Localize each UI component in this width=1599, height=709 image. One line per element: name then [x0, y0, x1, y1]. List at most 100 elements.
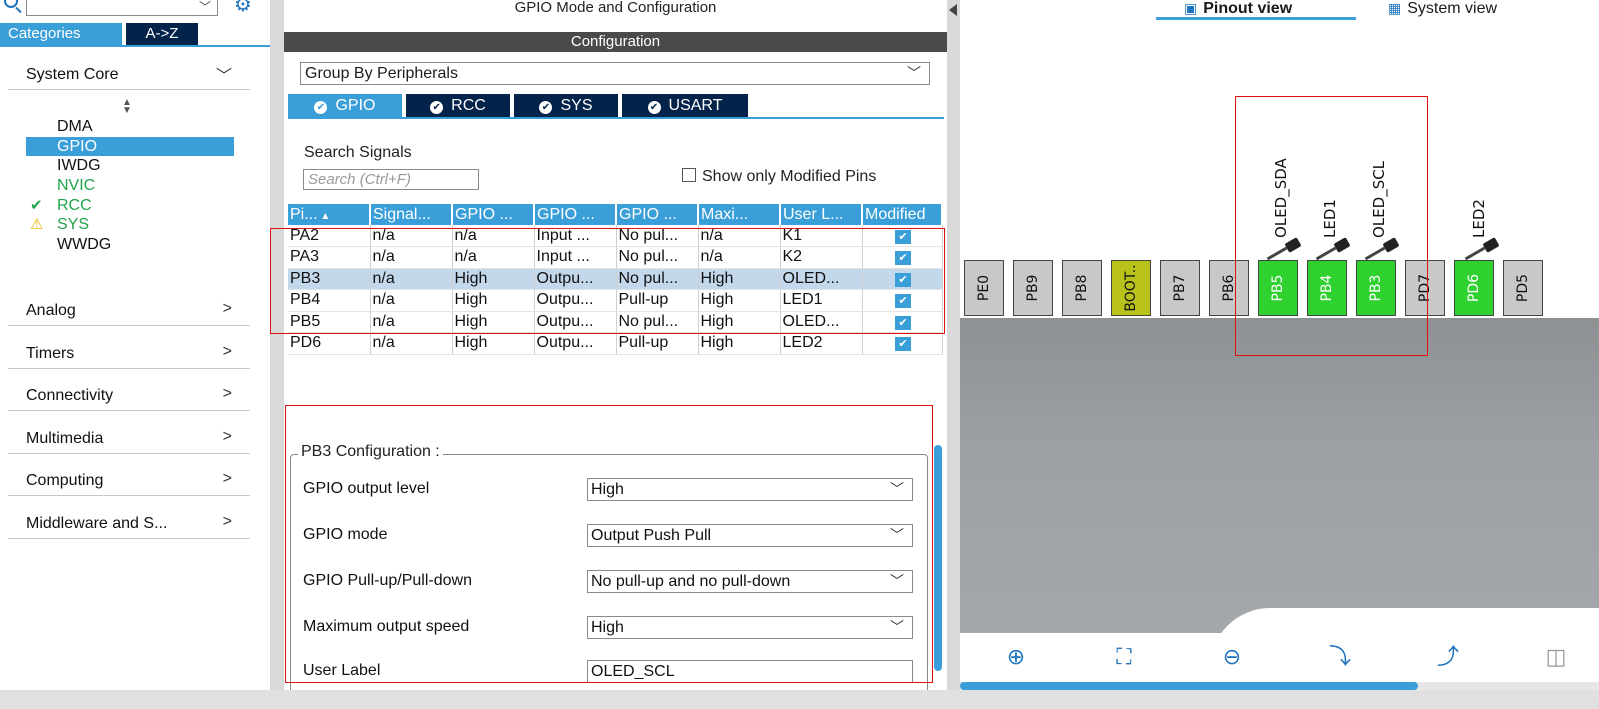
panel-title: GPIO Mode and Configuration [514, 0, 717, 16]
gear-icon[interactable]: ⚙ [234, 0, 258, 14]
column-header[interactable]: Maxi... [698, 204, 781, 225]
table-row[interactable]: PA2 n/a n/a Input ... No pul... n/a K1 ✔ [288, 225, 943, 247]
table-cell: n/a [370, 289, 453, 312]
tab-categories[interactable]: Categories [0, 23, 122, 45]
mcu-pin-pb9[interactable]: PB9 [1013, 260, 1053, 316]
group-multimedia[interactable]: Multimedia > [8, 426, 250, 454]
chevron-down-icon[interactable]: ﹀ [890, 479, 904, 500]
zoom-out-icon[interactable]: ⊖ [1218, 644, 1246, 672]
show-modified-checkbox[interactable]: Show only Modified Pins [682, 168, 876, 186]
search-icon[interactable] [4, 0, 18, 8]
chevron-right-icon[interactable]: > [223, 470, 232, 488]
chevron-right-icon[interactable]: > [223, 513, 232, 531]
mcu-pin-pb3[interactable]: PB3 [1356, 260, 1396, 316]
group-timers[interactable]: Timers > [8, 341, 250, 369]
group-analog[interactable]: Analog > [8, 298, 250, 326]
table-row[interactable]: PB3 n/a High Outpu... No pul... High OLED... ✔ [288, 268, 943, 290]
sidebar-item-rcc[interactable]: ✔ RCC [26, 196, 234, 215]
fit-screen-icon[interactable]: ⛶ [1110, 644, 1138, 672]
chevron-down-icon[interactable]: ﹀ [199, 0, 211, 15]
table-cell: K1 [780, 225, 863, 247]
column-header[interactable]: User L... [780, 204, 863, 225]
pin-label: PB6 [1221, 274, 1237, 302]
chevron-right-icon[interactable]: > [223, 428, 232, 446]
column-header[interactable]: Modified [862, 204, 943, 225]
config-field-select[interactable]: Output Push Pull ﹀ [587, 524, 913, 547]
group-computing[interactable]: Computing > [8, 468, 250, 496]
config-field-label: GPIO mode [303, 526, 388, 543]
tab-pinout-view[interactable]: ▣ Pinout view [1156, 0, 1356, 20]
tab-system-view[interactable]: ▦ System view [1386, 0, 1566, 20]
tab-usart[interactable]: ✔ USART [622, 94, 748, 117]
mcu-chip-body [960, 318, 1599, 633]
sidebar-item-sys[interactable]: ⚠ SYS [26, 215, 234, 234]
table-cell: n/a [370, 332, 453, 355]
tab-rcc[interactable]: ✔ RCC [406, 94, 510, 117]
mcu-pin-pe0[interactable]: PE0 [964, 260, 1004, 316]
rotate-left-icon[interactable]: ⤴ [1434, 644, 1462, 672]
mcu-pin-pd6[interactable]: PD6 [1454, 260, 1494, 316]
rotate-right-icon[interactable]: ⤵ [1326, 644, 1354, 672]
table-row[interactable]: PD6 n/a High Outpu... Pull-up High LED2 ✔ [288, 332, 943, 355]
sidebar-item-wwdg[interactable]: WWDG [26, 235, 234, 254]
chevron-down-icon[interactable]: ﹀ [890, 525, 904, 546]
search-signals-label: Search Signals [304, 144, 412, 161]
table-row[interactable]: PB5 n/a High Outpu... No pul... High OLED... ✔ [288, 311, 943, 333]
sort-ascending-icon[interactable]: ▲ [318, 211, 330, 222]
chevron-right-icon[interactable]: > [223, 385, 232, 403]
table-cell: OLED... [780, 311, 863, 333]
group-label: Connectivity [26, 387, 114, 404]
user-label-input[interactable]: OLED_SCL [587, 660, 913, 683]
left-splitter[interactable] [270, 0, 284, 709]
group-by-select[interactable]: Group By Peripherals ﹀ [300, 62, 930, 85]
chevron-right-icon[interactable]: > [223, 343, 232, 361]
split-view-icon[interactable]: ◫ [1542, 644, 1570, 672]
mcu-pin-pb6[interactable]: PB6 [1209, 260, 1249, 316]
chevron-down-icon[interactable]: ﹀ [890, 571, 904, 592]
mcu-pin-pb5[interactable]: PB5 [1258, 260, 1298, 316]
sidebar-item-dma[interactable]: DMA [26, 117, 234, 136]
column-header[interactable]: GPIO ... [534, 204, 617, 225]
tab-sys[interactable]: ✔ SYS [514, 94, 618, 117]
column-header[interactable]: Pi... ▲ [288, 204, 371, 225]
group-system-core[interactable]: System Core ﹀ [8, 62, 250, 90]
center-splitter[interactable] [947, 0, 960, 709]
sidebar-item-nvic[interactable]: NVIC [26, 176, 234, 195]
tab-gpio[interactable]: ✔ GPIO [288, 94, 402, 117]
config-field-select[interactable]: High ﹀ [587, 616, 913, 639]
column-header[interactable]: Signal... [370, 204, 453, 225]
tab-a-z[interactable]: A->Z [126, 23, 198, 45]
mcu-pin-pb4[interactable]: PB4 [1307, 260, 1347, 316]
group-middleware[interactable]: Middleware and S... > [8, 511, 250, 539]
mcu-pin-pd5[interactable]: PD5 [1503, 260, 1543, 316]
table-cell: Input ... [534, 246, 617, 269]
zoom-in-icon[interactable]: ⊕ [1002, 644, 1030, 672]
column-header[interactable]: GPIO ... [452, 204, 535, 225]
pinout-scroll-thumb[interactable] [960, 682, 1418, 690]
config-field-select[interactable]: No pull-up and no pull-down ﹀ [587, 570, 913, 593]
column-header[interactable]: GPIO ... [616, 204, 699, 225]
chevron-down-icon[interactable]: ﹀ [890, 617, 904, 638]
config-field-select[interactable]: High ﹀ [587, 478, 913, 501]
modified-checkbox: ✔ [895, 251, 911, 266]
chevron-down-icon[interactable]: ﹀ [216, 62, 232, 86]
chevron-right-icon[interactable]: > [223, 300, 232, 318]
sort-toggle-icon[interactable]: ▲ ▼ [122, 98, 132, 116]
sidebar-item-iwdg[interactable]: IWDG [26, 156, 234, 175]
table-row[interactable]: PA3 n/a n/a Input ... No pul... n/a K2 ✔ [288, 246, 943, 269]
mcu-pin-boot[interactable]: BOOT.. [1111, 260, 1151, 316]
component-search-input[interactable]: ﹀ [26, 0, 218, 16]
checkbox-icon[interactable] [682, 168, 696, 182]
sidebar-item-gpio[interactable]: GPIO [26, 137, 234, 156]
mcu-pin-pb7[interactable]: PB7 [1160, 260, 1200, 316]
search-signals-input[interactable]: Search (Ctrl+F) [303, 169, 479, 190]
table-row[interactable]: PB4 n/a High Outpu... Pull-up High LED1 ✔ [288, 289, 943, 312]
modified-cell: ✔ [862, 246, 943, 269]
config-field-value: High [591, 481, 624, 498]
group-connectivity[interactable]: Connectivity > [8, 383, 250, 411]
mcu-pin-pb8[interactable]: PB8 [1062, 260, 1102, 316]
config-scrollbar[interactable] [934, 445, 942, 671]
chevron-down-icon[interactable]: ﹀ [907, 63, 921, 84]
collapse-arrow-icon[interactable] [949, 4, 957, 16]
mcu-pin-pd7[interactable]: PD7 [1405, 260, 1445, 316]
